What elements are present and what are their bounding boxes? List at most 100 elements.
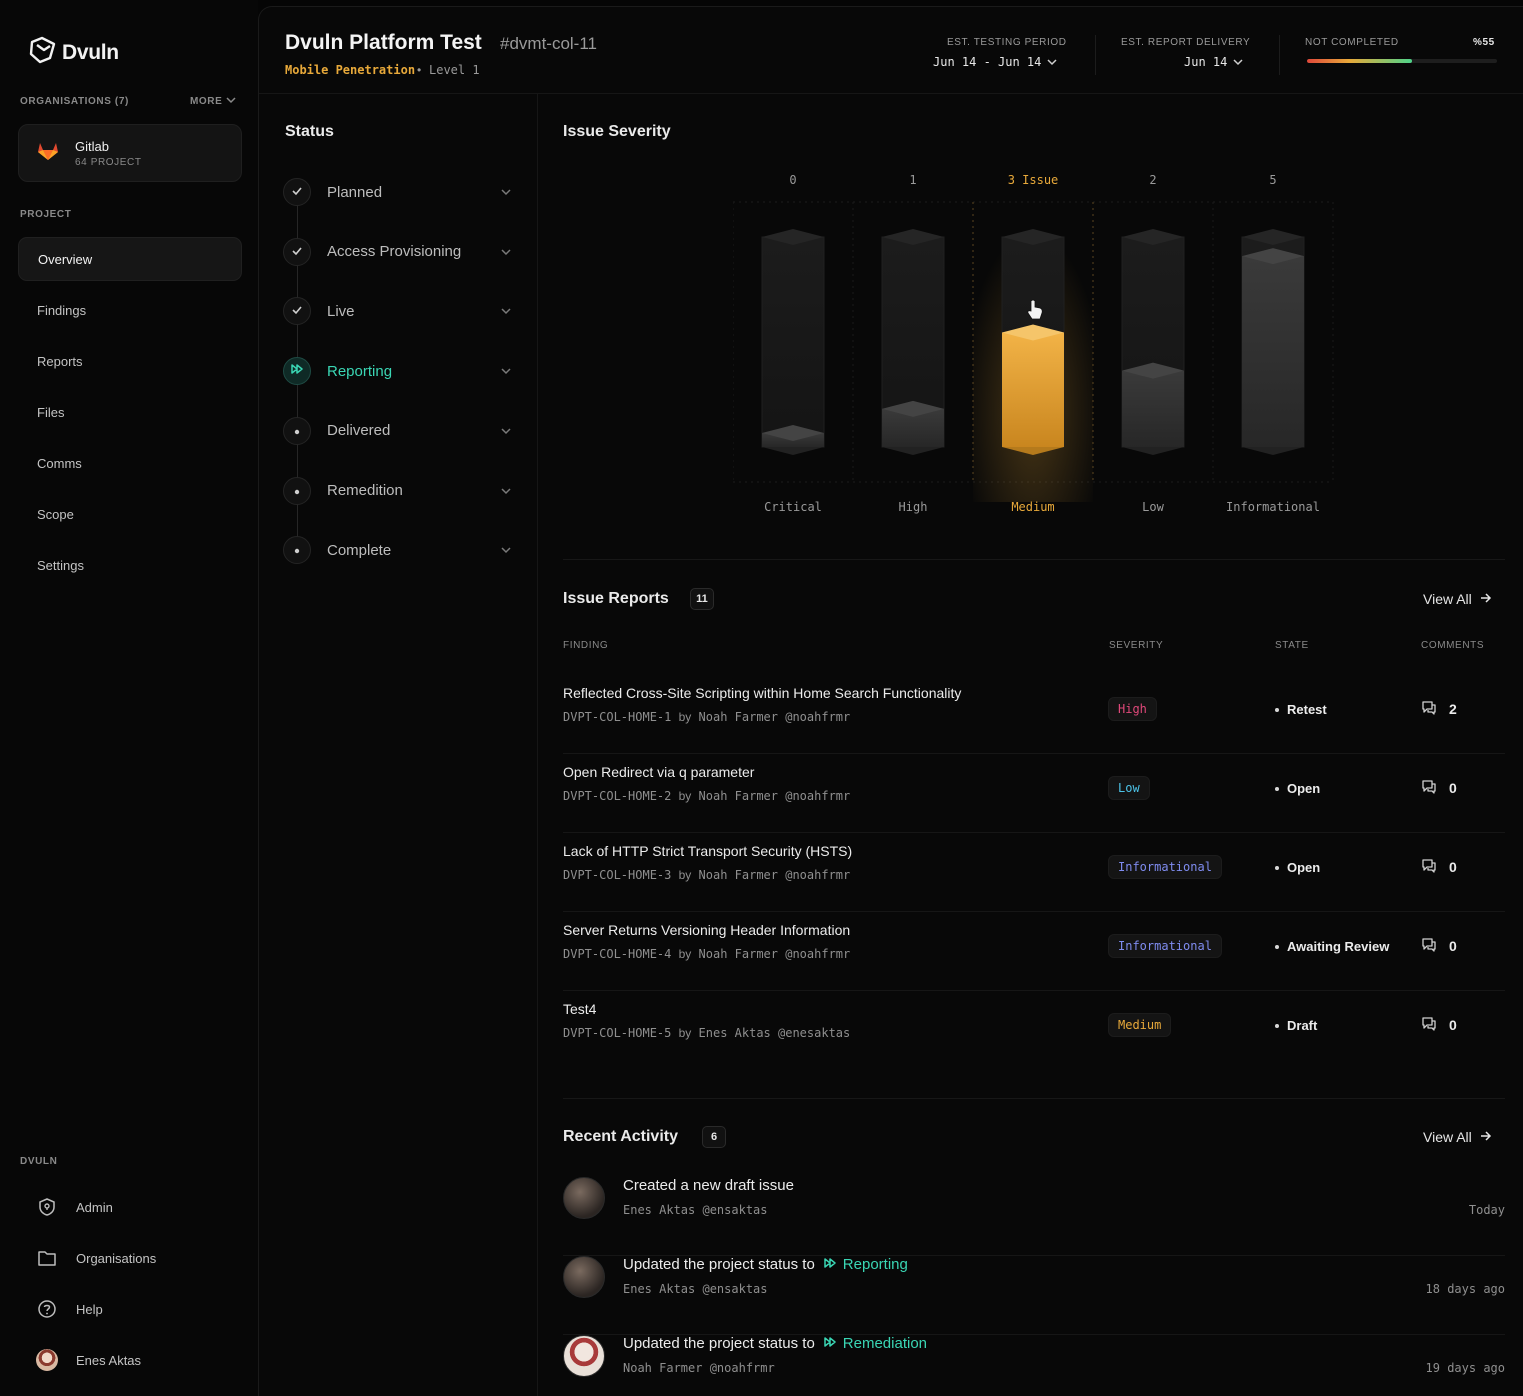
finding-author: Noah Farmer @noahfrmr xyxy=(698,868,851,882)
progress-percent: %55 xyxy=(1473,37,1495,48)
category-label-low: Low xyxy=(1142,500,1164,514)
chevron-down-icon xyxy=(501,482,511,500)
status-step-complete[interactable]: Complete xyxy=(283,535,511,565)
more-button[interactable]: MORE xyxy=(190,96,236,107)
step-indicator xyxy=(283,297,311,326)
bar-base-critical xyxy=(762,447,824,455)
testing-period-value: Jun 14 - Jun 14 xyxy=(933,55,1042,69)
bar-informational xyxy=(1242,256,1304,447)
step-indicator xyxy=(283,416,311,445)
nav-findings[interactable]: Findings xyxy=(18,288,242,332)
category-label-medium: Medium xyxy=(1011,500,1054,514)
project-level: Level 1 xyxy=(429,63,480,77)
status-step-reporting[interactable]: Reporting xyxy=(283,356,511,386)
activity-view-all-link[interactable]: View All xyxy=(1423,1129,1492,1145)
state-cell: Awaiting Review xyxy=(1275,939,1389,954)
nav-admin[interactable]: Admin xyxy=(36,1196,113,1218)
org-switcher[interactable]: Gitlab 64 PROJECT xyxy=(18,124,242,182)
bar-base-high xyxy=(882,447,944,455)
table-row[interactable]: Reflected Cross-Site Scripting within Ho… xyxy=(563,675,1505,754)
finding-title: Reflected Cross-Site Scripting within Ho… xyxy=(563,685,962,701)
testing-period-select[interactable]: Jun 14 - Jun 14 xyxy=(933,55,1057,69)
project-label: PROJECT xyxy=(20,209,72,220)
nav-files[interactable]: Files xyxy=(18,390,242,434)
nav-reports[interactable]: Reports xyxy=(18,339,242,383)
step-indicator xyxy=(283,237,311,266)
step-label: Delivered xyxy=(327,422,391,440)
status-step-remedition[interactable]: Remedition xyxy=(283,476,511,506)
chevron-down-icon xyxy=(226,96,236,107)
state-cell: Draft xyxy=(1275,1018,1317,1033)
comments-cell[interactable]: 0 xyxy=(1421,1016,1457,1034)
section-divider xyxy=(563,1098,1505,1099)
user-profile[interactable]: Enes Aktas xyxy=(36,1349,141,1371)
activity-time: 18 days ago xyxy=(1425,1282,1505,1296)
comment-count: 0 xyxy=(1449,859,1457,875)
table-row[interactable]: Lack of HTTP Strict Transport Security (… xyxy=(563,833,1505,912)
status-step-delivered[interactable]: Delivered xyxy=(283,416,511,446)
help-icon xyxy=(36,1298,58,1320)
state-label: Draft xyxy=(1287,1018,1318,1033)
finding-by: by xyxy=(678,789,692,803)
step-label: Complete xyxy=(327,541,392,559)
nav-comms[interactable]: Comms xyxy=(18,441,242,485)
status-step-access-provisioning[interactable]: Access Provisioning xyxy=(283,237,511,267)
org-project-count: 64 PROJECT xyxy=(75,156,142,168)
state-cell: Open xyxy=(1275,860,1320,875)
user-name: Enes Aktas xyxy=(76,1352,142,1368)
bar-value-label-critical: 0 xyxy=(789,173,796,187)
comment-icon xyxy=(1421,700,1437,718)
severity-badge: Informational xyxy=(1108,855,1222,879)
comments-cell[interactable]: 2 xyxy=(1421,700,1457,718)
nav-help[interactable]: Help xyxy=(36,1298,103,1320)
step-indicator xyxy=(283,357,311,386)
finding-title: Lack of HTTP Strict Transport Security (… xyxy=(563,843,853,859)
bar-value-label-informational: 5 xyxy=(1269,173,1276,187)
finding-author: Enes Aktas @enesaktas xyxy=(698,1026,851,1040)
activity-text: Updated the project status to xyxy=(623,1256,815,1273)
organisations-nav-label: Organisations xyxy=(76,1250,157,1266)
column-header-severity: SEVERITY xyxy=(1109,640,1164,651)
table-row[interactable]: Test4 DVPT-COL-HOME-5 by Enes Aktas @enes… xyxy=(563,991,1505,1070)
comments-cell[interactable]: 0 xyxy=(1421,858,1457,876)
severity-badge: Low xyxy=(1108,776,1150,800)
logo[interactable]: Dvuln xyxy=(28,36,119,69)
column-header-finding: FINDING xyxy=(563,640,609,651)
table-row[interactable]: Open Redirect via q parameter DVPT-COL-HO… xyxy=(563,754,1505,833)
finding-meta: DVPT-COL-HOME-1 by Noah Farmer @noahfrmr xyxy=(563,710,850,724)
activity-text: Updated the project status to xyxy=(623,1335,815,1352)
finding-by: by xyxy=(678,868,692,882)
header-divider xyxy=(1279,35,1280,75)
state-cell: Retest xyxy=(1275,702,1327,717)
activity-title: Created a new draft issue xyxy=(623,1177,794,1194)
nav-scope[interactable]: Scope xyxy=(18,492,242,536)
finding-by: by xyxy=(678,710,692,724)
comment-count: 0 xyxy=(1449,938,1457,954)
step-indicator xyxy=(283,476,311,505)
finding-id: DVPT-COL-HOME-1 xyxy=(563,710,672,724)
status-step-live[interactable]: Live xyxy=(283,296,511,326)
bar-base-informational xyxy=(1242,447,1304,455)
nav-overview[interactable]: Overview xyxy=(18,237,242,281)
comments-cell[interactable]: 0 xyxy=(1421,937,1457,955)
reports-view-all-link[interactable]: View All xyxy=(1423,591,1492,607)
category-label-high: High xyxy=(899,500,928,514)
gitlab-icon xyxy=(37,141,59,166)
finding-meta: DVPT-COL-HOME-4 by Noah Farmer @noahfrmr xyxy=(563,947,850,961)
issue-reports-count: 11 xyxy=(690,588,714,610)
progress-fill xyxy=(1307,59,1412,63)
comment-icon xyxy=(1421,1016,1437,1034)
report-delivery-select[interactable]: Jun 14 xyxy=(1184,55,1243,69)
more-label: MORE xyxy=(190,96,223,107)
status-step-planned[interactable]: Planned xyxy=(283,177,511,207)
separator-dot: • xyxy=(417,63,422,77)
view-all-label: View All xyxy=(1423,1129,1472,1145)
state-label: Open xyxy=(1287,781,1321,796)
nav-settings[interactable]: Settings xyxy=(18,543,242,587)
table-row[interactable]: Server Returns Versioning Header Informa… xyxy=(563,912,1505,991)
state-dot xyxy=(1275,865,1279,870)
nav-organisations[interactable]: Organisations xyxy=(36,1247,156,1269)
comments-cell[interactable]: 0 xyxy=(1421,779,1457,797)
chevron-down-icon xyxy=(501,243,511,261)
progress-bar xyxy=(1307,59,1497,63)
